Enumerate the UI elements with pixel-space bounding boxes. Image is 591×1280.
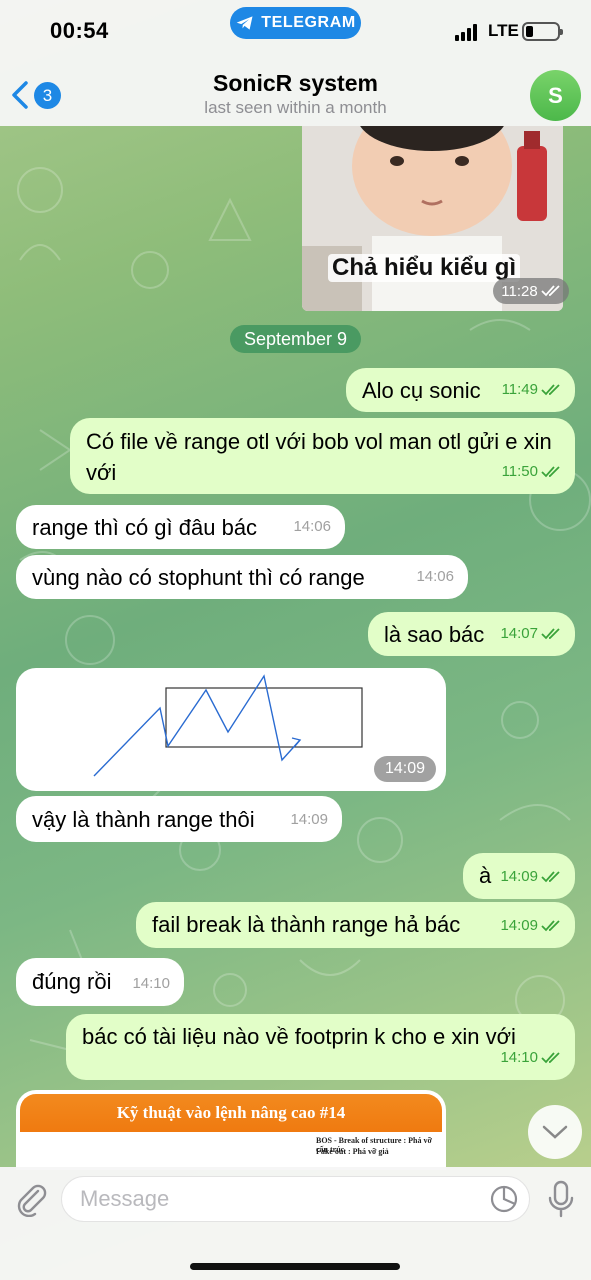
message-time: 11:50 — [501, 463, 538, 480]
message-meta: 14:10 — [500, 1042, 561, 1073]
message-bubble[interactable]: Alo cụ sonic 11:49 — [346, 368, 575, 412]
message-bubble[interactable]: là sao bác 14:07 — [368, 612, 575, 656]
double-check-icon — [541, 1051, 560, 1063]
message-text: đúng rồi — [32, 969, 112, 994]
microphone-icon[interactable] — [545, 1179, 577, 1219]
message-bubble[interactable]: range thì có gì đâu bác 14:06 — [16, 505, 345, 549]
message-text: fail break là thành range hả bác — [152, 912, 461, 937]
message-meta: 11:49 — [502, 374, 561, 405]
message-time: 14:09 — [500, 868, 538, 885]
telegram-plane-icon — [236, 16, 253, 30]
chat-title[interactable]: SonicR system — [0, 70, 591, 97]
sticker-icon[interactable] — [489, 1184, 519, 1214]
home-indicator — [190, 1263, 400, 1270]
message-text: Alo cụ sonic — [362, 378, 481, 403]
message-bubble[interactable]: vậy là thành range thôi 14:09 — [16, 796, 342, 842]
message-bubble[interactable]: đúng rồi 14:10 — [16, 958, 184, 1006]
message-text: vậy là thành range thôi — [32, 807, 255, 832]
message-text: range thì có gì đâu bác — [32, 515, 258, 540]
message-input[interactable]: Message — [61, 1176, 530, 1222]
message-time: 14:06 — [416, 568, 454, 585]
message-composer: Message — [0, 1167, 591, 1280]
scroll-to-bottom-button[interactable] — [528, 1105, 582, 1159]
telegram-return-pill[interactable]: TELEGRAM — [230, 7, 361, 39]
message-text: là sao bác — [384, 622, 485, 647]
message-bubble[interactable]: fail break là thành range hả bác 14:09 — [136, 902, 575, 948]
double-check-icon — [541, 870, 560, 882]
message-meta: 14:06 — [416, 561, 454, 592]
double-check-icon — [541, 383, 560, 395]
message-bubble[interactable]: Có file về range otl với bob vol man otl… — [70, 418, 575, 494]
message-bubble[interactable]: à 14:09 — [463, 853, 575, 899]
sticker-time-text: 11:28 — [501, 282, 538, 300]
message-text: vùng nào có stophunt thì có range — [32, 565, 365, 590]
message-time: 14:10 — [132, 975, 170, 992]
message-meta: 14:09 — [500, 861, 561, 892]
message-time: 14:09 — [500, 917, 538, 934]
document-body: BOS - Break of structure : Phá vỡ cấu tr… — [20, 1132, 442, 1170]
chat-last-seen: last seen within a month — [204, 98, 387, 117]
top-bar: 00:54 TELEGRAM LTE 3 SonicR system last … — [0, 0, 591, 126]
chevron-down-icon — [542, 1125, 568, 1139]
message-time: 14:09 — [290, 811, 328, 828]
message-meta: 14:07 — [500, 618, 561, 649]
message-meta: 11:50 — [502, 456, 561, 487]
double-check-icon — [541, 627, 560, 639]
double-check-icon — [541, 465, 560, 477]
message-time: 14:07 — [500, 625, 538, 642]
message-bubble[interactable]: bác có tài liệu nào về footprin k cho e … — [66, 1014, 575, 1080]
document-line: Fake out : Phá vỡ giả — [316, 1147, 389, 1156]
telegram-pill-label: TELEGRAM — [261, 14, 356, 31]
document-preview-message[interactable]: Kỹ thuật vào lệnh nâng cao #14 BOS - Bre… — [16, 1090, 446, 1170]
status-time: 00:54 — [50, 18, 109, 43]
sticker-timestamp: 11:28 — [493, 278, 569, 304]
message-meta: 14:06 — [293, 511, 331, 542]
message-meta: 14:09 — [290, 804, 328, 835]
message-input-placeholder: Message — [80, 1186, 170, 1211]
message-meta: 14:09 — [500, 910, 561, 941]
message-text: Có file về range otl với bob vol man otl… — [86, 429, 552, 485]
message-time: 14:06 — [293, 518, 331, 535]
message-meta: 14:10 — [132, 968, 170, 999]
message-bubble[interactable]: vùng nào có stophunt thì có range 14:06 — [16, 555, 468, 599]
message-text: à — [479, 863, 492, 888]
message-time: 14:10 — [500, 1049, 538, 1066]
date-separator: September 9 — [230, 325, 361, 353]
document-banner: Kỹ thuật vào lệnh nâng cao #14 — [20, 1094, 442, 1132]
network-type: LTE — [488, 21, 519, 40]
double-check-icon — [541, 919, 560, 931]
double-check-icon — [541, 285, 560, 297]
cellular-signal-icon — [455, 24, 477, 41]
paperclip-icon[interactable] — [14, 1181, 48, 1217]
avatar[interactable]: S — [530, 70, 581, 121]
image-timestamp: 14:09 — [374, 756, 436, 782]
sticker-caption: Chả hiểu kiểu gì — [328, 254, 521, 282]
message-time: 11:49 — [501, 381, 538, 398]
battery-icon — [522, 22, 563, 41]
message-text: bác có tài liệu nào về footprin k cho e … — [82, 1024, 516, 1049]
